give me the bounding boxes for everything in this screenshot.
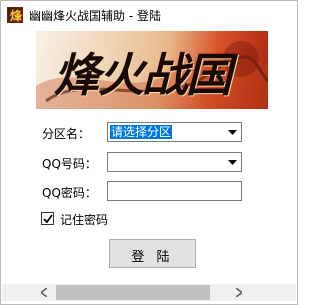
remember-password-label[interactable]: 记住密码	[60, 211, 108, 228]
login-button-label: 登 陆	[131, 250, 174, 265]
checkmark-icon	[43, 214, 53, 224]
game-banner-logo: 烽火战国	[36, 31, 268, 109]
remember-password-checkbox[interactable]	[41, 212, 54, 225]
password-label: QQ密码：	[42, 186, 97, 200]
zone-select[interactable]: 请选择分区	[107, 122, 242, 142]
scroll-left-icon[interactable]	[36, 284, 53, 301]
zone-select-value: 请选择分区	[110, 125, 173, 139]
chevron-down-icon[interactable]	[224, 153, 241, 171]
app-logo-icon: 烽	[7, 7, 23, 23]
chevron-down-icon[interactable]	[224, 123, 241, 141]
title-bar: 烽 幽幽烽火战国辅助 - 登陆	[1, 1, 297, 29]
banner-logo-text: 烽火战国	[54, 48, 232, 102]
scrollbar-thumb[interactable]	[56, 285, 210, 300]
qq-number-value	[110, 155, 112, 169]
login-button[interactable]: 登 陆	[109, 239, 196, 268]
qq-number-select[interactable]	[107, 152, 242, 172]
password-field[interactable]	[107, 181, 242, 201]
qq-label: QQ号码：	[42, 157, 97, 171]
horizontal-scrollbar[interactable]	[2, 284, 296, 301]
scroll-right-icon[interactable]	[231, 284, 248, 301]
login-window: 烽 幽幽烽火战国辅助 - 登陆 烽火战国 分区名： 请选择分区 QQ号码： QQ…	[0, 0, 298, 305]
zone-label: 分区名：	[42, 127, 91, 141]
window-title: 幽幽烽火战国辅助 - 登陆	[29, 9, 161, 23]
